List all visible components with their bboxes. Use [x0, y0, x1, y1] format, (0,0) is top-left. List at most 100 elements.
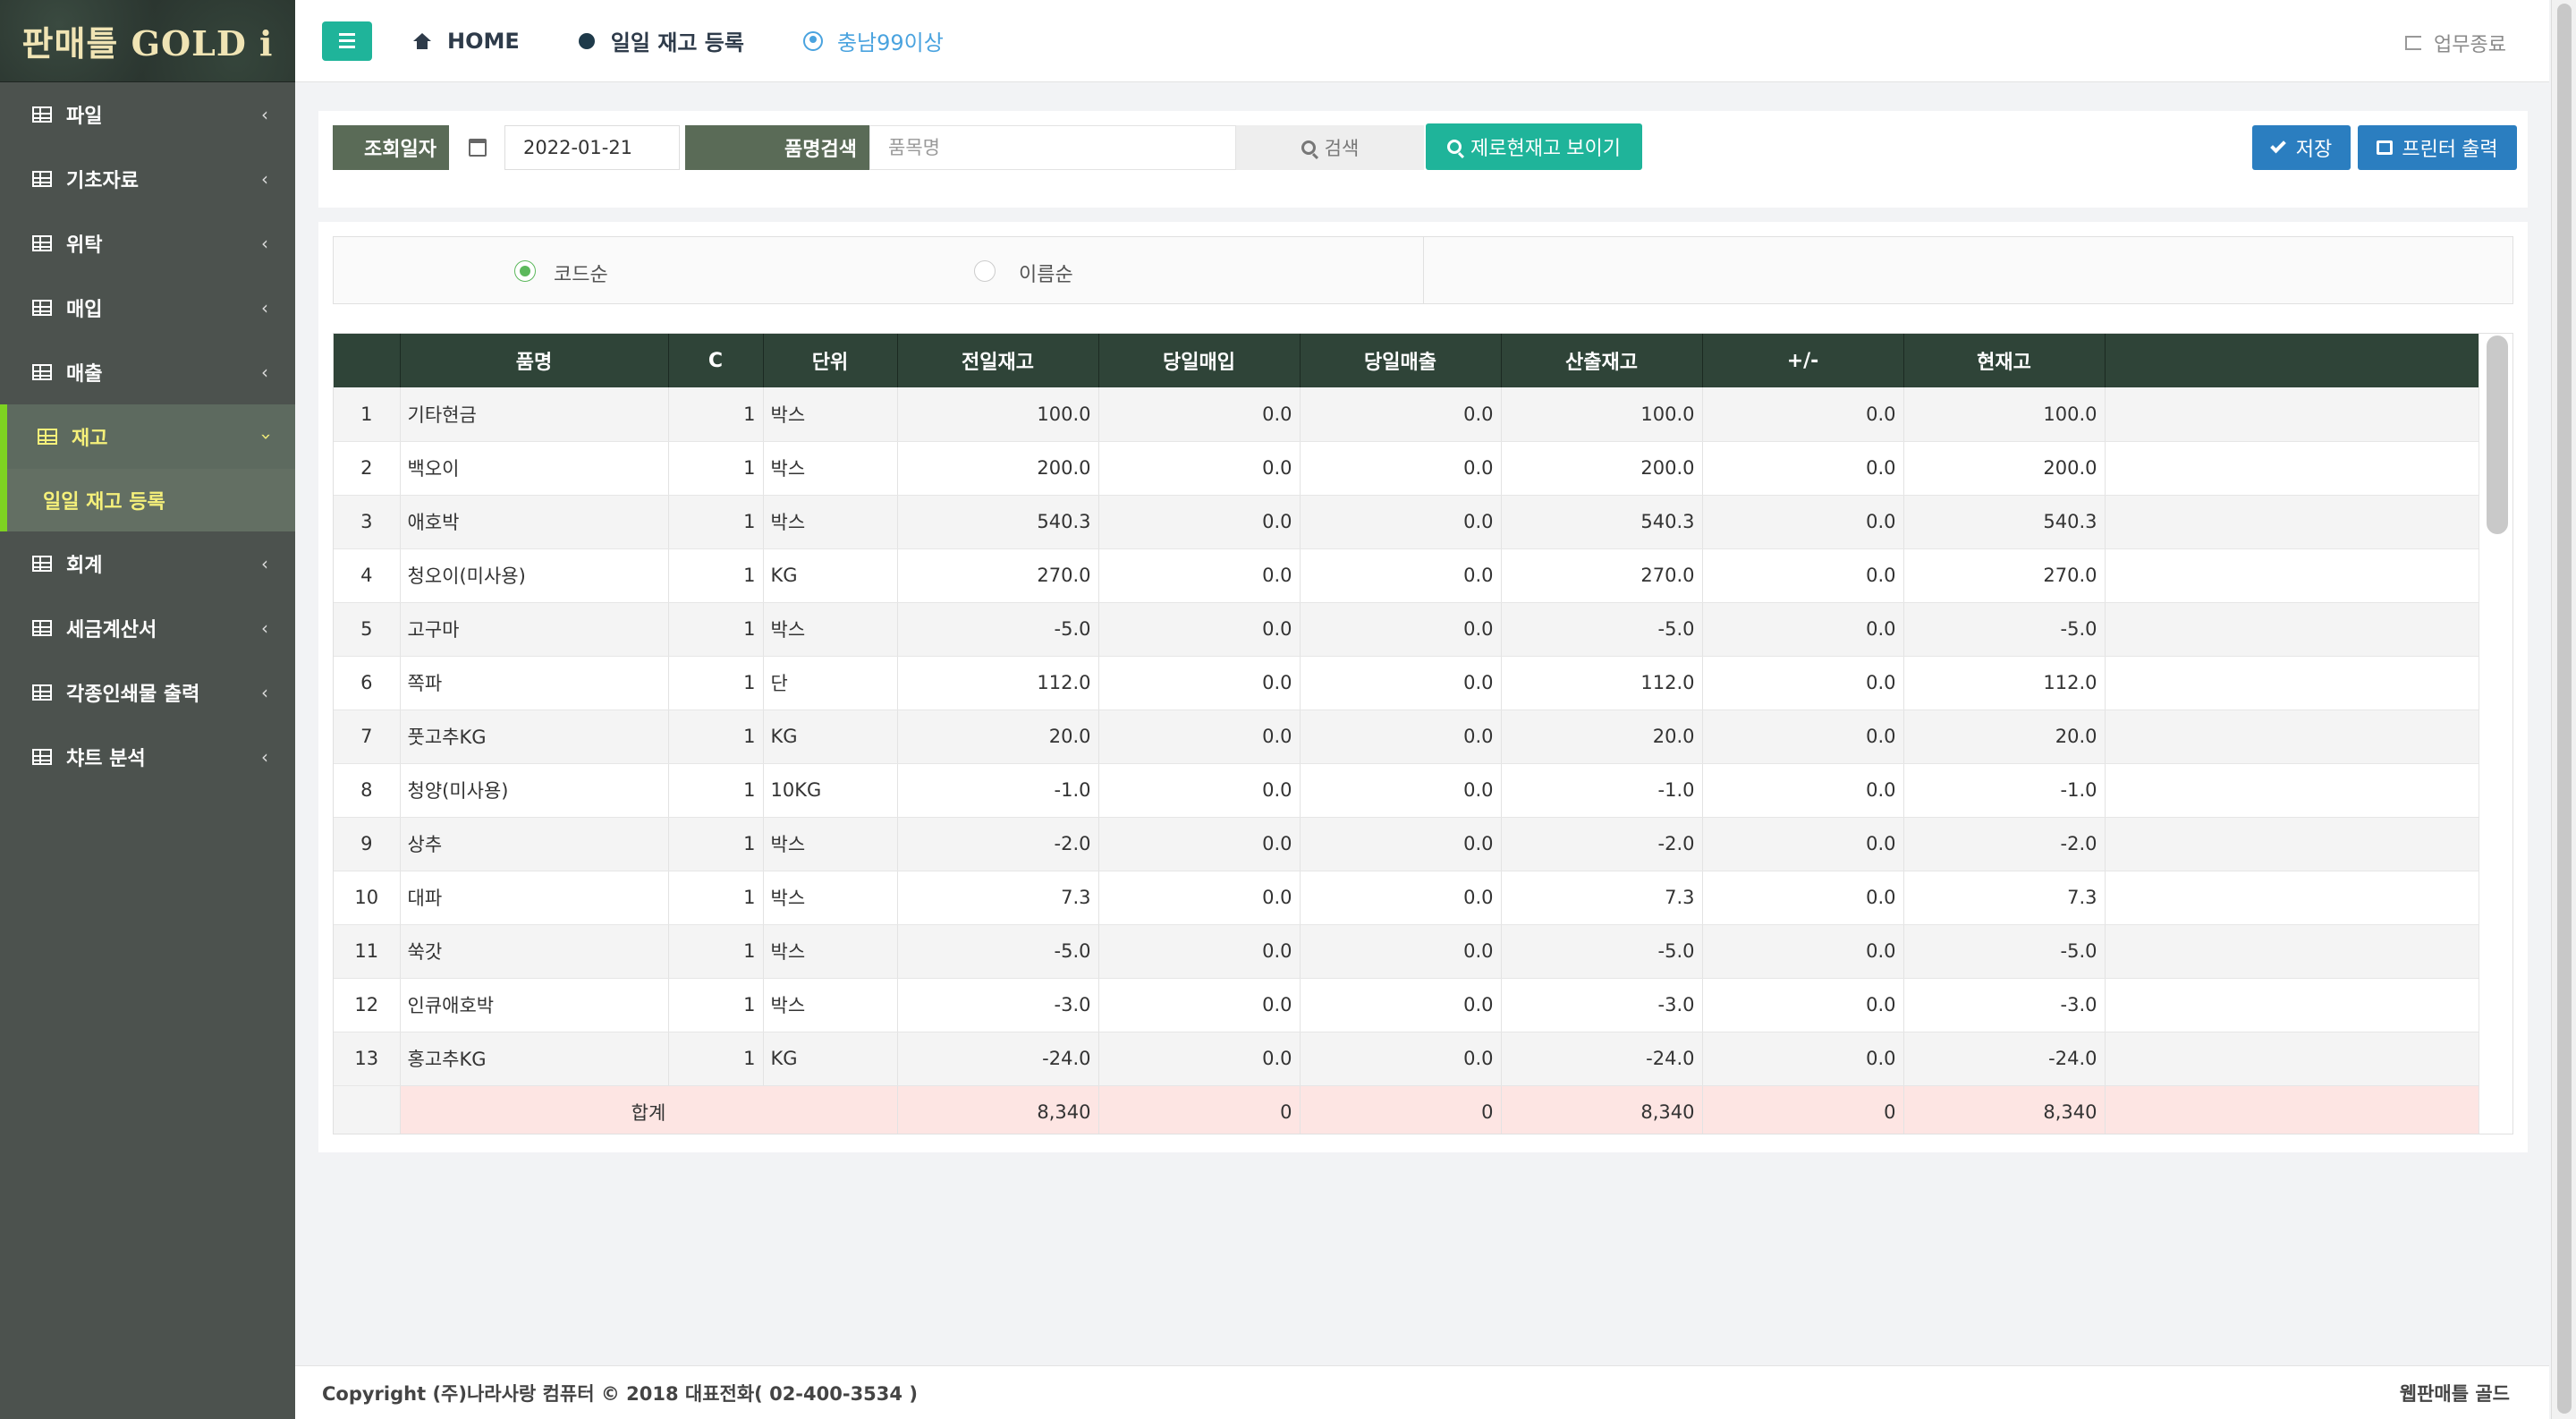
table-cell-filler	[2105, 387, 2481, 442]
column-header-filler	[2105, 334, 2481, 387]
table-body: 1 기타현금 1 박스 100.0 0.0 0.0 100.0 0.0 100.0 2 백오이 1 박스 2…	[334, 387, 2481, 1134]
page-scrollbar-thumb[interactable]	[2557, 4, 2572, 1414]
table-cell-filler	[2105, 1032, 2481, 1086]
table-row[interactable]: 8 청양(미사용) 1 10KG -1.0 0.0 0.0 -1.0 0.0 -1.0	[334, 763, 2481, 818]
table-row[interactable]: 4 청오이(미사용) 1 KG 270.0 0.0 0.0 270.0 0.0 270.0	[334, 548, 2481, 603]
sidebar-item-3[interactable]: 매입 ‹	[0, 276, 295, 340]
table-cell[interactable]: 0.0	[1702, 1032, 1904, 1086]
table-row[interactable]: 7 풋고추KG 1 KG 20.0 0.0 0.0 20.0 0.0 20.0	[334, 710, 2481, 764]
user-link[interactable]: 충남99이상	[802, 25, 944, 56]
table-row[interactable]: 5 고구마 1 박스 -5.0 0.0 0.0 -5.0 0.0 -5.0	[334, 602, 2481, 657]
total-filler	[2105, 1084, 2481, 1134]
table-cell-filler	[2105, 710, 2481, 764]
logout-button[interactable]: 업무종료	[2405, 29, 2506, 57]
home-link[interactable]: HOME	[413, 29, 520, 54]
column-header[interactable]: 전일재고	[897, 334, 1099, 387]
table-cell[interactable]: 0.0	[1702, 548, 1904, 603]
page-scrollbar[interactable]	[2551, 0, 2576, 1419]
table-cell[interactable]: 0.0	[1702, 871, 1904, 925]
table-row[interactable]: 12 인큐애호박 1 박스 -3.0 0.0 0.0 -3.0 0.0 -3.0	[334, 978, 2481, 1032]
table-row[interactable]: 11 쑥갓 1 박스 -5.0 0.0 0.0 -5.0 0.0 -5.0	[334, 924, 2481, 979]
column-header[interactable]: 당일매입	[1098, 334, 1301, 387]
grid-scrollbar-thumb[interactable]	[2487, 336, 2508, 534]
table-cell[interactable]: 0.0	[1702, 978, 1904, 1032]
table-cell: -5.0	[1903, 924, 2106, 979]
table-cell[interactable]: 0.0	[1702, 656, 1904, 710]
table-cell: 1	[668, 871, 764, 925]
current-page-link[interactable]: 일일 재고 등록	[578, 25, 744, 56]
table-cell: KG	[763, 548, 898, 603]
column-header[interactable]: 산출재고	[1501, 334, 1703, 387]
table-cell[interactable]: 0.0	[1702, 763, 1904, 818]
table-cell: 0.0	[1300, 817, 1502, 871]
table-cell: 애호박	[400, 495, 669, 549]
menu-toggle-button[interactable]	[322, 21, 372, 61]
column-header[interactable]	[334, 334, 401, 387]
table-cell: 112.0	[1501, 656, 1703, 710]
sidebar-item-1[interactable]: 기초자료 ‹	[0, 147, 295, 211]
table-cell[interactable]: 0.0	[1702, 924, 1904, 979]
table-cell: 20.0	[1501, 710, 1703, 764]
sidebar-item-5[interactable]: 재고 ‹	[0, 404, 295, 469]
copyright-text: Copyright (주)나라사랑 컴퓨터 © 2018 대표전화( 02-40…	[322, 1382, 918, 1405]
table-cell[interactable]: 0.0	[1702, 495, 1904, 549]
calendar-icon[interactable]	[451, 125, 504, 170]
sidebar-item-6[interactable]: 회계 ‹	[0, 531, 295, 596]
table-cell: 0.0	[1300, 656, 1502, 710]
show-zero-stock-button[interactable]: 제로현재고 보이기	[1426, 123, 1642, 170]
table-row[interactable]: 6 쪽파 1 단 112.0 0.0 0.0 112.0 0.0 112.0	[334, 656, 2481, 710]
current-page-label: 일일 재고 등록	[610, 30, 744, 55]
sidebar-subitem-daily-stock[interactable]: 일일 재고 등록	[0, 469, 295, 531]
table-cell: 청오이(미사용)	[400, 548, 669, 603]
column-header[interactable]: C	[668, 334, 764, 387]
sidebar-item-0[interactable]: 파일 ‹	[0, 82, 295, 147]
table-cell: -5.0	[1501, 602, 1703, 657]
table-row[interactable]: 10 대파 1 박스 7.3 0.0 0.0 7.3 0.0 7.3	[334, 871, 2481, 925]
sort-by-name-label[interactable]: 이름순	[1019, 259, 1073, 287]
sort-by-code-radio[interactable]	[514, 260, 536, 282]
search-icon	[1446, 140, 1462, 154]
table-cell: -3.0	[1903, 978, 2106, 1032]
table-icon	[32, 749, 52, 765]
table-row[interactable]: 9 상추 1 박스 -2.0 0.0 0.0 -2.0 0.0 -2.0	[334, 817, 2481, 871]
sidebar-item-4[interactable]: 매출 ‹	[0, 340, 295, 404]
table-cell: 0.0	[1098, 441, 1301, 496]
date-input[interactable]	[504, 125, 680, 170]
table-cell[interactable]: 0.0	[1702, 817, 1904, 871]
search-button[interactable]: 검색	[1236, 125, 1424, 170]
table-cell: 200.0	[1501, 441, 1703, 496]
sidebar-item-label: 회계	[66, 555, 103, 577]
total-prev-stock: 8,340	[897, 1084, 1099, 1134]
table-row[interactable]: 2 백오이 1 박스 200.0 0.0 0.0 200.0 0.0 200.0	[334, 441, 2481, 496]
sort-by-code-label[interactable]: 코드순	[554, 259, 608, 287]
sidebar-item-2[interactable]: 위탁 ‹	[0, 211, 295, 276]
column-header[interactable]: 품명	[400, 334, 669, 387]
table-cell[interactable]: 0.0	[1702, 710, 1904, 764]
grid-scrollbar[interactable]	[2479, 334, 2512, 1134]
table-cell[interactable]: 0.0	[1702, 387, 1904, 442]
table-row[interactable]: 13 홍고추KG 1 KG -24.0 0.0 0.0 -24.0 0.0 -24.0	[334, 1032, 2481, 1086]
sidebar-item-9[interactable]: 챠트 분석 ‹	[0, 725, 295, 789]
table-cell[interactable]: 0.0	[1702, 602, 1904, 657]
table-cell: 0.0	[1300, 1032, 1502, 1086]
column-header[interactable]: +/-	[1702, 334, 1904, 387]
print-button[interactable]: 프린터 출력	[2358, 125, 2517, 170]
column-header[interactable]: 현재고	[1903, 334, 2106, 387]
column-header[interactable]: 당일매출	[1300, 334, 1502, 387]
sidebar-item-7[interactable]: 세금계산서 ‹	[0, 596, 295, 660]
table-row[interactable]: 1 기타현금 1 박스 100.0 0.0 0.0 100.0 0.0 100.0	[334, 387, 2481, 442]
table-cell: 540.3	[897, 495, 1099, 549]
sidebar-item-label: 매출	[66, 363, 103, 386]
table-cell: 112.0	[897, 656, 1099, 710]
user-icon	[802, 30, 823, 51]
item-name-input[interactable]	[869, 125, 1236, 170]
column-header[interactable]: 단위	[763, 334, 898, 387]
app-logo[interactable]: 판매틀 GOLD i	[0, 0, 295, 82]
sidebar-item-8[interactable]: 각종인쇄물 출력 ‹	[0, 660, 295, 725]
sort-by-name-radio[interactable]	[974, 260, 996, 282]
table-cell: 박스	[763, 871, 898, 925]
save-button[interactable]: 저장	[2252, 125, 2351, 170]
table-row[interactable]: 3 애호박 1 박스 540.3 0.0 0.0 540.3 0.0 540.3	[334, 495, 2481, 549]
table-cell: 0.0	[1300, 710, 1502, 764]
table-cell[interactable]: 0.0	[1702, 441, 1904, 496]
